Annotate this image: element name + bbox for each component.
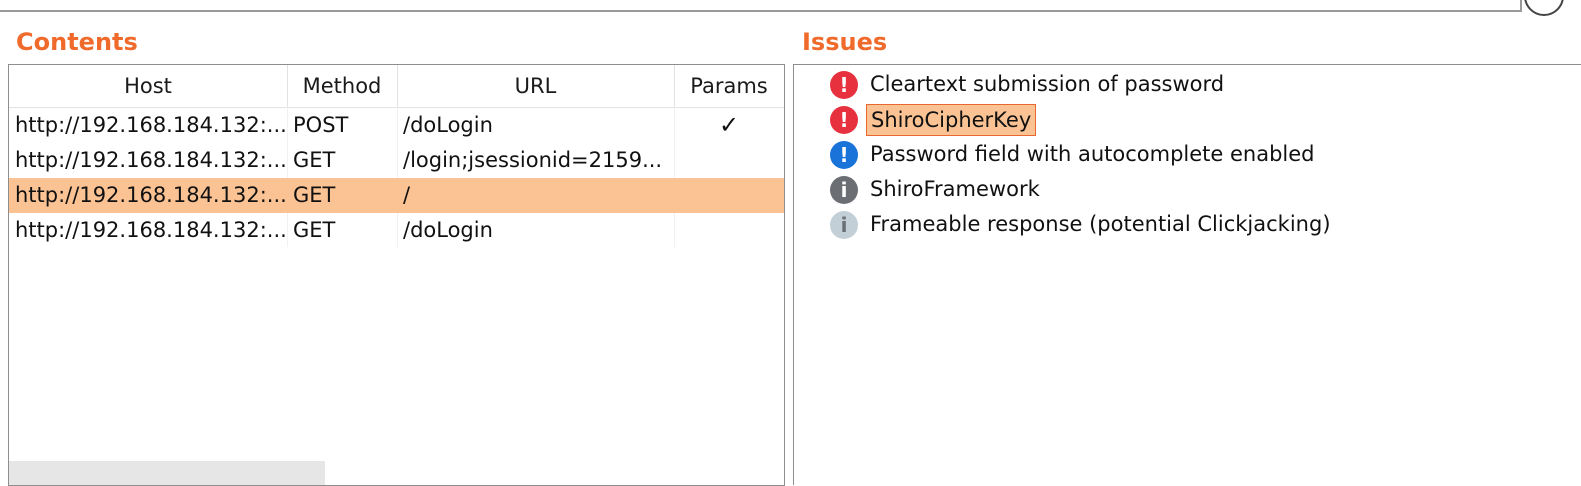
- issues-list[interactable]: ! Cleartext submission of password! ShiroC…: [793, 64, 1581, 485]
- low-severity-icon: !: [830, 141, 858, 169]
- issue-label: ShiroFramework: [870, 177, 1040, 201]
- contents-title: Contents: [16, 28, 138, 56]
- table-header: Host Method URL Params: [9, 65, 784, 108]
- table-row[interactable]: http://192.168.184.132:... GET /: [9, 178, 784, 213]
- table-row[interactable]: http://192.168.184.132:... GET/doLogin: [9, 213, 784, 248]
- info-severity-icon: i: [830, 176, 858, 204]
- column-header-host[interactable]: Host: [9, 65, 288, 107]
- cell-host: http://192.168.184.132:...: [15, 183, 287, 207]
- column-header-params[interactable]: Params: [674, 65, 784, 107]
- high-severity-icon: !: [830, 106, 858, 134]
- cell-url: /: [403, 183, 411, 207]
- top-input-bar[interactable]: [0, 0, 1522, 12]
- params-check-icon: ✓: [718, 111, 740, 139]
- issue-label: ShiroCipherKey: [866, 104, 1037, 136]
- cell-url: /login;jsessionid=2159...: [403, 148, 663, 172]
- cell-method: POST: [293, 113, 349, 137]
- cell-params: [674, 143, 784, 178]
- cell-host: http://192.168.184.132:...: [15, 113, 287, 137]
- cell-params: [674, 178, 784, 213]
- table-row[interactable]: http://192.168.184.132:... GET/login;jses…: [9, 143, 784, 178]
- column-header-url[interactable]: URL: [397, 65, 675, 107]
- cell-url: /doLogin: [403, 218, 493, 242]
- info-tentative-icon: i: [830, 211, 858, 239]
- issue-label: Password field with autocomplete enabled: [870, 142, 1315, 166]
- contents-table[interactable]: Host Method URL Params http://192.168.18…: [8, 64, 785, 486]
- high-severity-icon: !: [830, 71, 858, 99]
- cell-host: http://192.168.184.132:...: [15, 148, 287, 172]
- top-right-circle-icon[interactable]: [1524, 0, 1564, 16]
- cell-method: GET: [293, 183, 336, 207]
- issue-label: Frameable response (potential Clickjacki…: [870, 212, 1331, 236]
- cell-method: GET: [293, 148, 336, 172]
- cell-host: http://192.168.184.132:...: [15, 218, 287, 242]
- issues-title: Issues: [802, 28, 888, 56]
- table-row[interactable]: http://192.168.184.132:... POST/doLogin ✓: [9, 108, 784, 143]
- cell-method: GET: [293, 218, 336, 242]
- issue-label: Cleartext submission of password: [870, 72, 1225, 96]
- cell-url: /doLogin: [403, 113, 493, 137]
- cell-params: [674, 213, 784, 248]
- column-header-method[interactable]: Method: [287, 65, 398, 107]
- horizontal-scrollbar[interactable]: [9, 461, 325, 485]
